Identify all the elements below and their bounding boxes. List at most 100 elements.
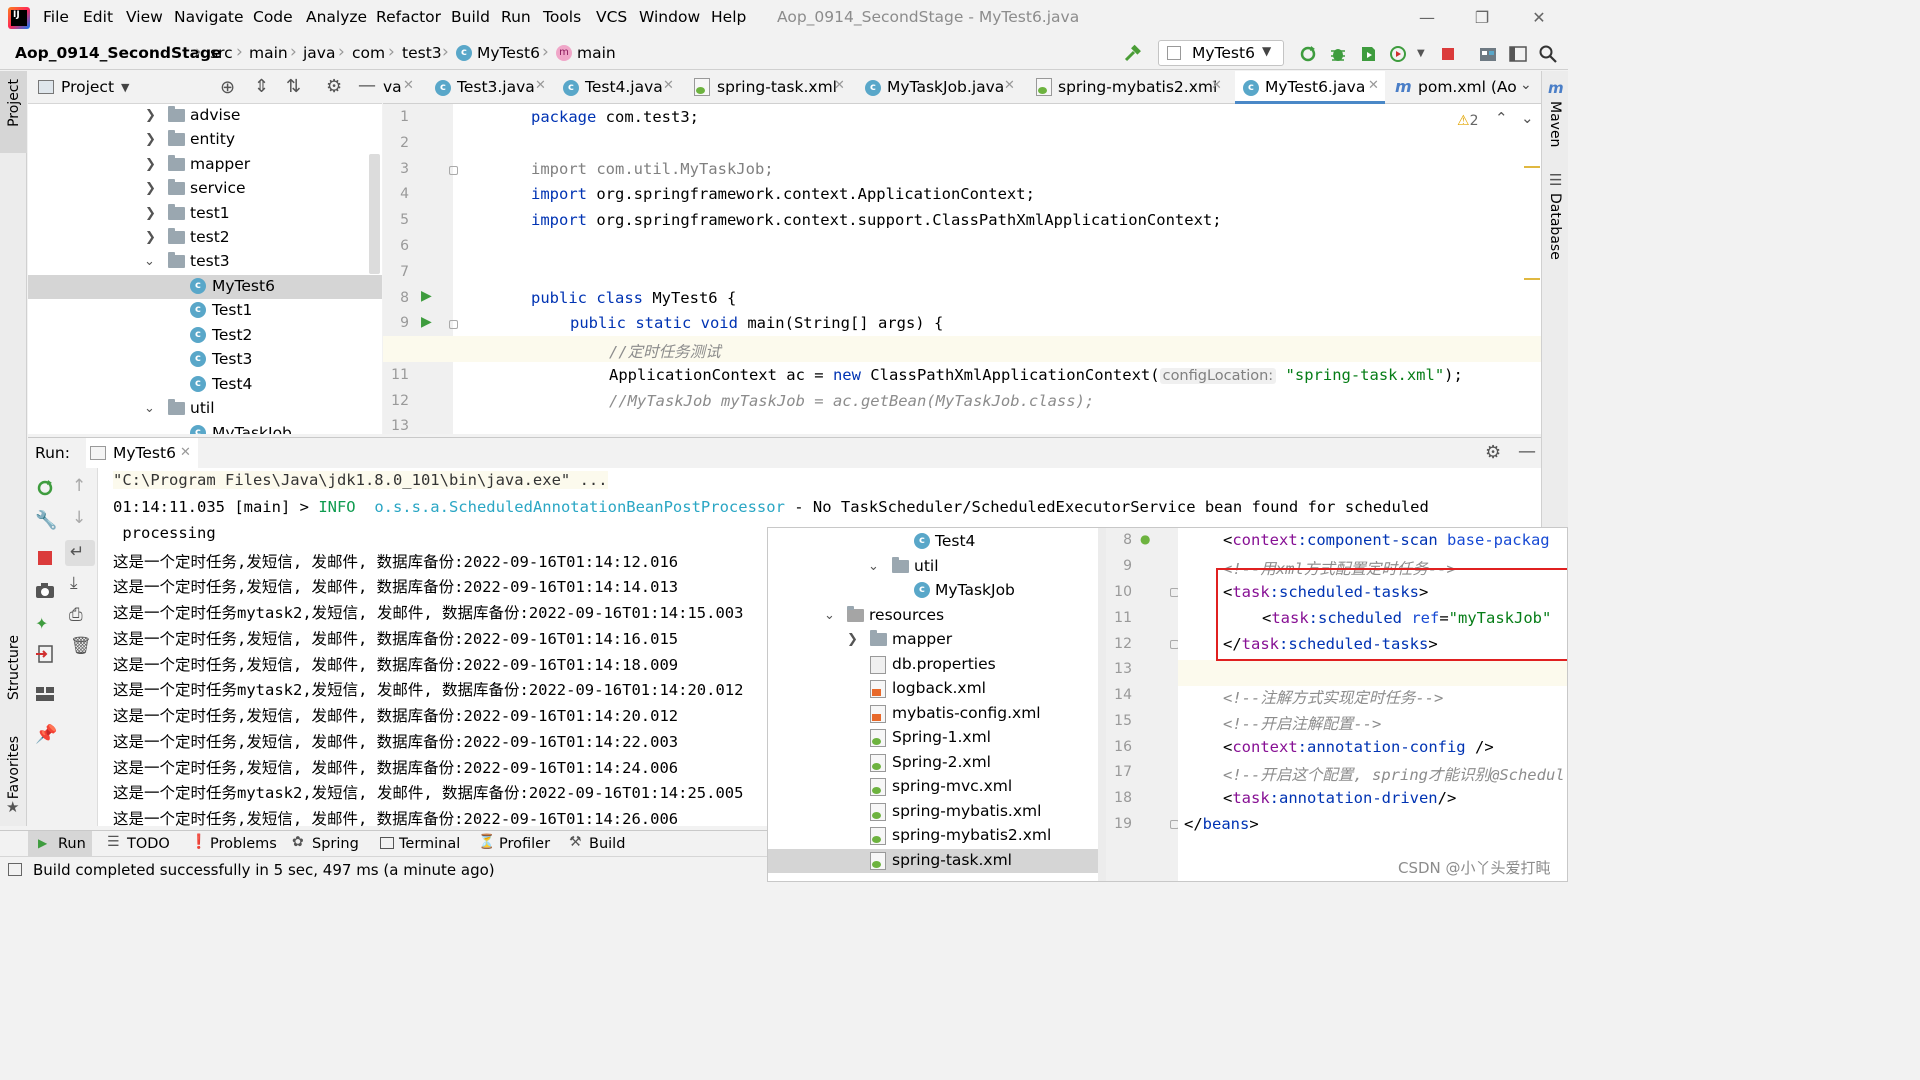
structure-tool-button[interactable]: Structure — [0, 631, 27, 721]
status-toggle-icon[interactable] — [8, 863, 22, 876]
tree-item-test2-class[interactable]: c Test2 — [28, 324, 382, 348]
chevron-down-icon[interactable]: ⌄ — [868, 559, 880, 574]
hide-panel-icon[interactable]: — — [1518, 441, 1536, 462]
tree-item-mapper[interactable]: ❯ mapper — [28, 153, 382, 177]
tree-item-test2[interactable]: ❯ test2 — [28, 226, 382, 250]
close-tab-icon[interactable]: ✕ — [663, 78, 674, 93]
locate-icon[interactable]: ⊕ — [220, 77, 235, 98]
menu-code[interactable]: Code — [253, 8, 293, 26]
coverage-icon[interactable] — [1358, 44, 1378, 64]
chevron-right-icon[interactable]: ❯ — [145, 132, 157, 147]
tree-item-test3[interactable]: ⌄ test3 — [28, 250, 382, 274]
todo-tool-button[interactable]: ☰ TODO — [105, 831, 175, 857]
plugin-icon[interactable]: ✦ — [35, 614, 48, 633]
tree-item-test4-class[interactable]: c Test4 — [28, 373, 382, 397]
chevron-right-icon[interactable]: ❯ — [145, 108, 157, 123]
overlay-tree-item[interactable]: ❯ mapper — [768, 628, 1098, 652]
menu-vcs[interactable]: VCS — [596, 8, 627, 26]
run-tab-mytest6[interactable]: MyTest6 ✕ — [86, 438, 198, 469]
chevron-down-icon[interactable]: ⌄ — [144, 401, 156, 416]
favorites-tool-button[interactable]: Favorites ★ — [0, 736, 27, 821]
chevron-down-icon[interactable]: ⌄ — [144, 254, 156, 269]
overlay-tree-item[interactable]: spring-mybatis.xml — [768, 800, 1098, 824]
database-tool-button[interactable]: ☰ Database — [1542, 171, 1569, 261]
close-window-icon[interactable]: ✕ — [1527, 6, 1551, 30]
close-tab-icon[interactable]: ✕ — [403, 78, 414, 93]
menu-window[interactable]: Window — [639, 8, 700, 26]
run-configuration-select[interactable]: MyTest6 ▼ — [1158, 40, 1284, 66]
down-arrow-icon[interactable]: ↓ — [72, 508, 86, 528]
overlay-tree-item[interactable]: logback.xml — [768, 677, 1098, 701]
close-tab-icon[interactable]: ✕ — [1004, 78, 1015, 93]
print-icon[interactable]: ⎙ — [69, 605, 83, 625]
run-gutter-icon[interactable]: ▶ — [421, 288, 432, 304]
overlay-scrollbar[interactable] — [1098, 528, 1106, 881]
tab-partial[interactable]: va ✕ — [383, 71, 423, 104]
tabs-overflow-chevron-icon[interactable]: ⌄ — [1520, 77, 1532, 93]
expand-all-icon[interactable]: ⇕ — [254, 76, 269, 97]
overlay-tree-item[interactable]: spring-mvc.xml — [768, 775, 1098, 799]
project-tree-scrollbar[interactable] — [369, 154, 380, 274]
project-panel-title[interactable]: Project — [61, 78, 114, 96]
gear-icon[interactable]: ⚙ — [326, 76, 342, 97]
profiler-tool-button[interactable]: ⏳ Profiler — [476, 831, 552, 857]
close-tab-icon[interactable]: ✕ — [1368, 78, 1379, 93]
menu-edit[interactable]: Edit — [83, 8, 113, 26]
close-tab-icon[interactable]: ✕ — [535, 78, 546, 93]
breadcrumb-java[interactable]: java — [303, 44, 335, 62]
status-message[interactable]: Build completed successfully in 5 sec, 4… — [33, 861, 495, 879]
run-gutter-icon[interactable]: ▶ — [421, 314, 432, 330]
chevron-right-icon[interactable]: ❯ — [145, 206, 157, 221]
overlay-tree-item[interactable]: spring-mybatis2.xml — [768, 824, 1098, 848]
close-tab-icon[interactable]: ✕ — [180, 445, 191, 460]
profile-icon[interactable] — [1388, 44, 1408, 64]
maven-tool-button[interactable]: m Maven — [1542, 79, 1569, 159]
tree-item-util[interactable]: ⌄ util — [28, 397, 382, 421]
breadcrumb-method[interactable]: main — [577, 44, 616, 62]
breadcrumb-project[interactable]: Aop_0914_SecondStage — [15, 44, 222, 62]
trash-icon[interactable]: 🗑 — [70, 636, 92, 656]
pin-icon[interactable]: 📌 — [35, 724, 57, 745]
tab-mytaskjob-java[interactable]: c MyTaskJob.java ✕ — [857, 71, 1019, 104]
spring-tool-button[interactable]: ✿ Spring — [290, 831, 360, 857]
overlay-tree-item-selected[interactable]: spring-task.xml — [768, 849, 1098, 873]
build-hammer-icon[interactable] — [1123, 44, 1143, 64]
tree-item-mytest6[interactable]: c MyTest6 — [28, 275, 382, 299]
tree-item-test3-class[interactable]: c Test3 — [28, 348, 382, 372]
problems-tool-button[interactable]: ❗ Problems — [188, 831, 277, 857]
spring-bean-gutter-icon[interactable]: ● — [1140, 532, 1150, 546]
tab-test3-java[interactable]: c Test3.java ✕ — [427, 71, 549, 104]
tree-item-test1-class[interactable]: c Test1 — [28, 299, 382, 323]
hide-panel-icon[interactable]: — — [358, 75, 376, 96]
warning-marker[interactable] — [1524, 278, 1540, 280]
menu-help[interactable]: Help — [711, 8, 746, 26]
search-icon[interactable] — [1538, 44, 1558, 64]
layout-icon[interactable] — [1508, 44, 1528, 64]
warnings-indicator[interactable]: ⚠2 — [1457, 111, 1478, 129]
tab-spring-mybatis2-xml[interactable]: spring-mybatis2.xml ✕ — [1028, 71, 1228, 104]
overlay-tree-item[interactable]: c Test4 — [768, 530, 1098, 554]
close-tab-icon[interactable]: ✕ — [1211, 78, 1222, 93]
terminal-tool-button[interactable]: Terminal — [378, 831, 462, 857]
chevron-down-icon[interactable]: ▼ — [121, 81, 129, 94]
tab-pom-xml[interactable]: m pom.xml (Ao — [1389, 71, 1517, 104]
breadcrumb-src[interactable]: src — [210, 44, 233, 62]
scroll-to-end-icon[interactable]: ⤓ — [70, 573, 78, 593]
overlay-tree-item[interactable]: mybatis-config.xml — [768, 702, 1098, 726]
tab-spring-task-xml[interactable]: spring-task.xml ✕ — [686, 71, 851, 104]
menu-refactor[interactable]: Refactor — [376, 8, 441, 26]
menu-analyze[interactable]: Analyze — [306, 8, 367, 26]
menu-navigate[interactable]: Navigate — [174, 8, 244, 26]
gear-icon[interactable]: ⚙ — [1485, 442, 1501, 463]
stop-icon[interactable] — [1438, 44, 1458, 64]
collapse-all-icon[interactable]: ⇅ — [286, 76, 301, 97]
minimize-icon[interactable]: — — [1415, 6, 1439, 30]
tree-item-mytaskjob[interactable]: c MyTaskJob — [28, 422, 382, 434]
menu-build[interactable]: Build — [451, 8, 490, 26]
overlay-tree-item[interactable]: Spring-2.xml — [768, 751, 1098, 775]
menu-tools[interactable]: Tools — [543, 8, 581, 26]
breadcrumb-test3[interactable]: test3 — [402, 44, 442, 62]
chevron-right-icon[interactable]: ❯ — [847, 632, 859, 647]
next-highlight-icon[interactable]: ⌄ — [1521, 109, 1534, 127]
overlay-tree-item[interactable]: Spring-1.xml — [768, 726, 1098, 750]
